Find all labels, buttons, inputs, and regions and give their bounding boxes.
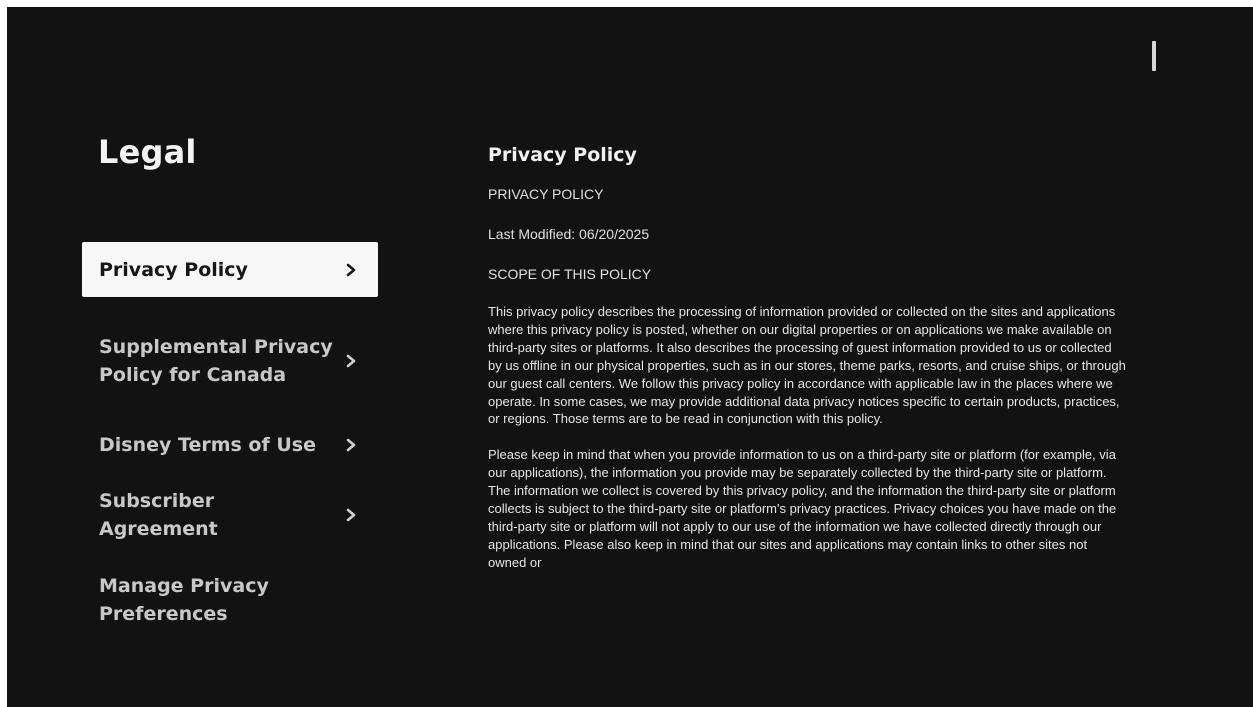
nav-item-privacy-policy[interactable]: Privacy Policy	[82, 242, 378, 297]
page-title: Legal	[98, 133, 197, 171]
nav-item-label: Disney Terms of Use	[99, 433, 316, 456]
nav-item-supplemental-privacy-policy-canada[interactable]: Supplemental Privacy Policy for Canada	[82, 328, 378, 394]
nav-item-manage-privacy-preferences[interactable]: Manage Privacy Preferences	[82, 567, 378, 633]
chevron-right-icon	[341, 435, 361, 455]
chevron-right-icon	[341, 260, 361, 280]
nav-item-disney-terms-of-use[interactable]: Disney Terms of Use	[82, 427, 378, 462]
nav-item-label: Privacy Policy	[99, 258, 248, 281]
document-heading: PRIVACY POLICY	[488, 186, 604, 202]
document-title: Privacy Policy	[488, 144, 637, 166]
nav-item-label: Subscriber Agreement	[99, 489, 218, 540]
policy-paragraph-2: Please keep in mind that when you provid…	[488, 447, 1117, 570]
last-modified: Last Modified: 06/20/2025	[488, 226, 650, 242]
nav-item-label: Supplemental Privacy Policy for Canada	[99, 336, 333, 386]
scope-heading: SCOPE OF THIS POLICY	[488, 266, 652, 282]
chevron-right-icon	[341, 505, 361, 525]
policy-paragraph-1: This privacy policy describes the proces…	[488, 304, 1126, 427]
document-content[interactable]: Privacy Policy PRIVACY POLICY Last Modif…	[488, 141, 1128, 590]
nav-item-label: Manage Privacy Preferences	[99, 575, 269, 625]
chevron-right-icon	[341, 351, 361, 371]
legal-screen: Legal Privacy Policy Supplemental Privac…	[7, 7, 1253, 707]
scroll-indicator	[1152, 41, 1156, 71]
nav-item-subscriber-agreement[interactable]: Subscriber Agreement	[82, 490, 378, 540]
